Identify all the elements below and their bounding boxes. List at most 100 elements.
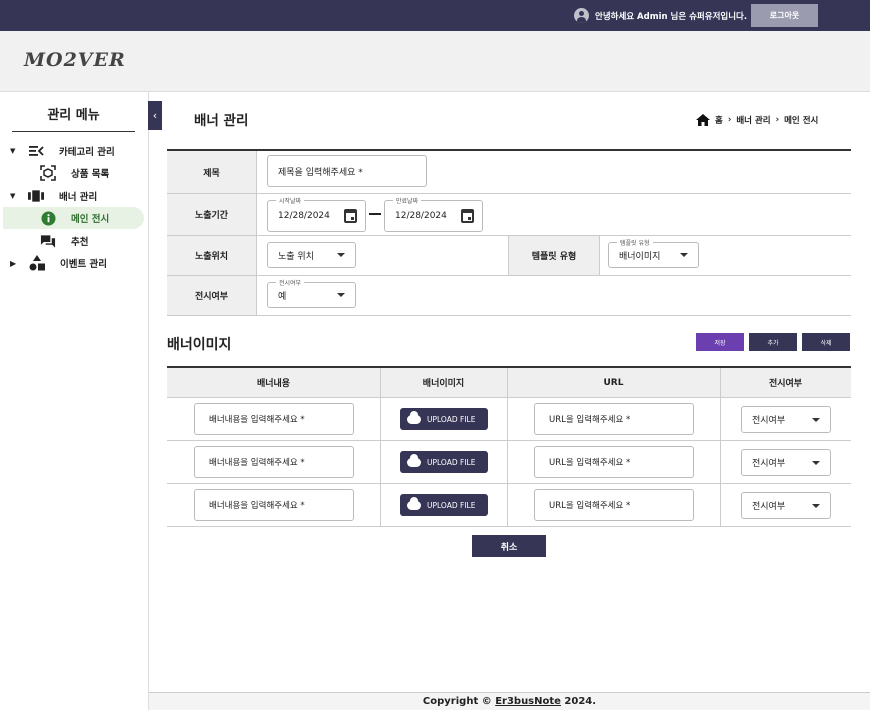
position-label: 노출위치 xyxy=(167,236,257,275)
expand-caret-icon[interactable]: ▼ xyxy=(10,192,15,200)
display-select[interactable]: 전시여부 xyxy=(741,406,831,433)
table-row: 배너내용을 입력해주세요 * UPLOAD FILE URL을 입력해주세요 *… xyxy=(167,398,851,441)
expand-caret-icon[interactable]: ▼ xyxy=(10,147,15,155)
display-select[interactable]: 전시여부 예 xyxy=(267,278,356,308)
dropdown-arrow-icon xyxy=(812,460,820,465)
column-header: URL xyxy=(507,368,720,398)
sidebar-item-category[interactable]: ▼ 카테고리 관리 xyxy=(0,140,149,162)
save-button[interactable]: 저장 xyxy=(696,333,744,351)
form-row-period: 노출기간 시작날짜 12/28/2024 만료날짜 12/28/2024 xyxy=(167,194,851,236)
home-icon[interactable] xyxy=(696,114,710,126)
breadcrumb: 홈 › 배너 관리 › 메인 전시 xyxy=(696,114,818,126)
url-input[interactable]: URL을 입력해주세요 * xyxy=(534,489,694,521)
position-select[interactable]: 노출 위치 xyxy=(267,242,356,268)
cloud-upload-icon xyxy=(407,496,421,510)
display-legend: 전시여부 xyxy=(276,278,305,287)
display-select[interactable]: 전시여부 xyxy=(741,492,831,519)
position-value: 노출 위치 xyxy=(278,251,314,262)
url-input[interactable]: URL을 입력해주세요 * xyxy=(534,403,694,435)
period-label: 노출기간 xyxy=(167,194,257,235)
date-range-dash xyxy=(369,213,381,215)
table-row: 배너내용을 입력해주세요 * UPLOAD FILE URL을 입력해주세요 *… xyxy=(167,484,851,527)
banner-content-input[interactable]: 배너내용을 입력해주세요 * xyxy=(194,489,354,521)
header: MO2VER xyxy=(0,31,870,92)
column-header: 배너이미지 xyxy=(380,368,507,398)
sidebar-item-product-list[interactable]: 상품 목록 xyxy=(0,162,149,184)
upload-file-button[interactable]: UPLOAD FILE xyxy=(400,408,488,430)
banner-icon xyxy=(28,188,44,204)
category-icon xyxy=(28,143,44,159)
footer-link[interactable]: Er3busNote xyxy=(495,696,561,707)
title-label: 제목 xyxy=(167,151,257,193)
page-title: 배너 관리 xyxy=(194,113,249,129)
sidebar-item-banner[interactable]: ▼ 배너 관리 xyxy=(0,185,149,207)
user-greeting: 안녕하세요 Admin 님은 슈퍼유저입니다. xyxy=(574,8,747,23)
delete-button[interactable]: 삭제 xyxy=(802,333,850,351)
product-icon xyxy=(40,165,56,181)
chat-icon xyxy=(40,233,56,249)
calendar-icon[interactable] xyxy=(461,209,474,223)
upload-label: UPLOAD FILE xyxy=(427,414,476,424)
cloud-upload-icon xyxy=(407,410,421,424)
user-avatar-icon xyxy=(574,8,589,23)
collapsed-caret-icon[interactable]: ▶ xyxy=(10,259,16,268)
sidebar: 관리 메뉴 ▼ 카테고리 관리 상품 목록 ▼ 배너 관리 메인 전시 추천 ▶ xyxy=(0,92,149,710)
logout-button[interactable]: 로그아웃 xyxy=(751,4,818,27)
add-button[interactable]: 추가 xyxy=(749,333,797,351)
template-label: 템플릿 유형 xyxy=(508,236,600,275)
banner-form: 제목 제목을 입력해주세요 * 노출기간 시작날짜 12/28/2024 만료날… xyxy=(167,149,851,316)
sidebar-item-main-display[interactable]: 메인 전시 xyxy=(3,207,144,229)
end-date-legend: 만료날짜 xyxy=(393,196,422,205)
sidebar-collapse-button[interactable]: ‹ xyxy=(148,101,162,130)
form-row-title: 제목 제목을 입력해주세요 * xyxy=(167,151,851,194)
top-bar: 안녕하세요 Admin 님은 슈퍼유저입니다. 로그아웃 xyxy=(0,0,870,31)
end-date-value: 12/28/2024 xyxy=(395,211,447,221)
section-title: 배너이미지 xyxy=(167,337,232,353)
template-select[interactable]: 템플릿 유형 배너이미지 xyxy=(608,238,699,268)
sidebar-title: 관리 메뉴 xyxy=(12,104,135,132)
banner-content-placeholder: 배너내용을 입력해주세요 * xyxy=(209,501,305,511)
template-value: 배너이미지 xyxy=(619,251,661,262)
end-date-field[interactable]: 만료날짜 12/28/2024 xyxy=(384,196,483,232)
sidebar-item-recommend[interactable]: 추천 xyxy=(0,230,149,252)
display-select[interactable]: 전시여부 xyxy=(741,449,831,476)
calendar-icon[interactable] xyxy=(344,209,357,223)
display-placeholder: 전시여부 xyxy=(752,459,786,469)
dropdown-arrow-icon xyxy=(337,253,345,257)
banner-table: 배너내용 배너이미지 URL 전시여부 배너내용을 입력해주세요 * UPLOA… xyxy=(167,366,851,527)
url-placeholder: URL을 입력해주세요 * xyxy=(549,458,631,468)
sidebar-item-label: 카테고리 관리 xyxy=(59,147,115,158)
banner-content-placeholder: 배너내용을 입력해주세요 * xyxy=(209,458,305,468)
info-icon xyxy=(40,210,56,226)
breadcrumb-banner[interactable]: 배너 관리 xyxy=(736,114,770,126)
url-input[interactable]: URL을 입력해주세요 * xyxy=(534,446,694,478)
upload-file-button[interactable]: UPLOAD FILE xyxy=(400,494,488,516)
banner-content-input[interactable]: 배너내용을 입력해주세요 * xyxy=(194,446,354,478)
form-row-display: 전시여부 전시여부 예 xyxy=(167,276,851,316)
upload-file-button[interactable]: UPLOAD FILE xyxy=(400,451,488,473)
dropdown-arrow-icon xyxy=(337,293,345,297)
dropdown-arrow-icon xyxy=(812,417,820,422)
display-placeholder: 전시여부 xyxy=(752,416,786,426)
title-input[interactable]: 제목을 입력해주세요 * xyxy=(267,155,427,187)
upload-label: UPLOAD FILE xyxy=(427,457,476,467)
sidebar-item-label: 이벤트 관리 xyxy=(60,259,108,270)
cloud-upload-icon xyxy=(407,453,421,467)
column-header: 배너내용 xyxy=(167,368,380,398)
cancel-button[interactable]: 취소 xyxy=(472,535,546,557)
form-row-position: 노출위치 노출 위치 템플릿 유형 템플릿 유형 배너이미지 xyxy=(167,236,851,276)
table-row: 배너내용을 입력해주세요 * UPLOAD FILE URL을 입력해주세요 *… xyxy=(167,441,851,484)
start-date-legend: 시작날짜 xyxy=(276,196,305,205)
logo[interactable]: MO2VER xyxy=(24,49,126,71)
chevron-left-icon: ‹ xyxy=(152,109,158,122)
start-date-field[interactable]: 시작날짜 12/28/2024 xyxy=(267,196,366,232)
banner-content-input[interactable]: 배너내용을 입력해주세요 * xyxy=(194,403,354,435)
sidebar-item-event[interactable]: ▶ 이벤트 관리 xyxy=(0,252,149,274)
breadcrumb-current: 메인 전시 xyxy=(784,116,819,126)
sidebar-item-label: 배너 관리 xyxy=(59,192,98,203)
breadcrumb-separator-icon: › xyxy=(727,115,732,125)
url-placeholder: URL을 입력해주세요 * xyxy=(549,501,631,511)
greeting-text: 안녕하세요 Admin 님은 슈퍼유저입니다. xyxy=(595,11,748,22)
url-placeholder: URL을 입력해주세요 * xyxy=(549,415,631,425)
breadcrumb-home[interactable]: 홈 xyxy=(715,114,723,126)
